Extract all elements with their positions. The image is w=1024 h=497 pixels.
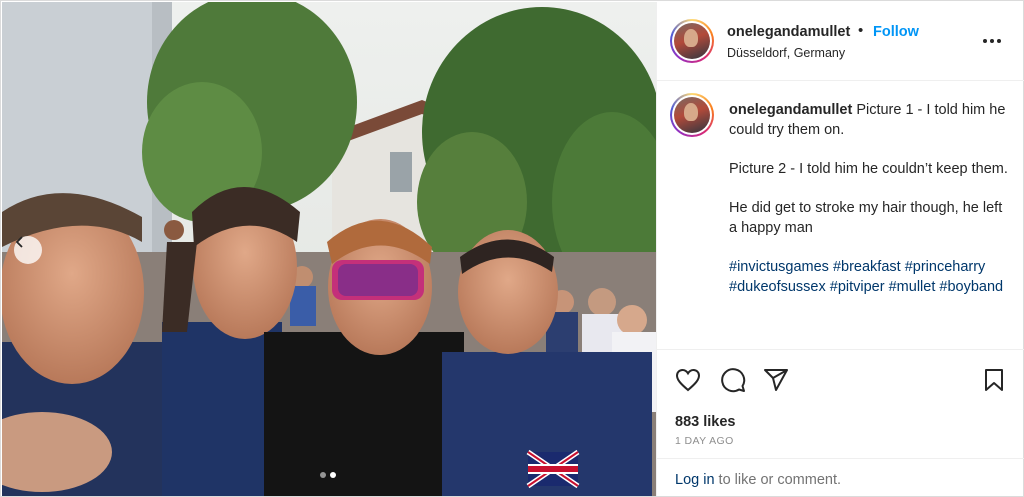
carousel-dot-active bbox=[330, 472, 336, 478]
hashtag-link[interactable]: #breakfast bbox=[833, 259, 901, 275]
follow-button[interactable]: Follow bbox=[873, 24, 919, 40]
more-options-icon[interactable] bbox=[980, 31, 1004, 51]
share-icon bbox=[764, 369, 788, 391]
instagram-post: onelegandamullet • Follow Düsseldorf, Ge… bbox=[0, 0, 1024, 497]
post-photo[interactable] bbox=[2, 2, 656, 496]
avatar-image bbox=[674, 23, 710, 59]
share-button[interactable] bbox=[762, 366, 790, 394]
action-bar bbox=[657, 362, 1024, 398]
hashtag-link[interactable]: #pitviper bbox=[830, 279, 885, 295]
hashtag-link[interactable]: #invictusgames bbox=[729, 259, 829, 275]
carousel-indicator bbox=[320, 472, 336, 478]
post-side-panel: onelegandamullet • Follow Düsseldorf, Ge… bbox=[656, 2, 1024, 496]
comment-icon bbox=[721, 368, 746, 393]
avatar-image bbox=[674, 97, 710, 133]
caption-username[interactable]: onelegandamullet bbox=[729, 102, 852, 118]
caption-section: onelegandamullet Picture 1 - I told him … bbox=[657, 82, 1024, 350]
like-button[interactable] bbox=[674, 366, 702, 394]
login-link[interactable]: Log in bbox=[675, 472, 715, 488]
avatar[interactable] bbox=[670, 19, 714, 63]
caption-avatar[interactable] bbox=[670, 93, 714, 137]
comment-button[interactable] bbox=[719, 366, 747, 394]
save-button[interactable] bbox=[980, 366, 1008, 394]
caption-line: Picture 2 - I told him he couldn’t keep … bbox=[729, 161, 1008, 177]
hashtag-link[interactable]: #dukeofsussex bbox=[729, 279, 826, 295]
username-link[interactable]: onelegandamullet bbox=[727, 24, 850, 40]
hashtag-link[interactable]: #princeharry bbox=[905, 259, 986, 275]
hashtag-link[interactable]: #boyband bbox=[939, 279, 1003, 295]
group-photo-image bbox=[2, 2, 656, 496]
caption-text: onelegandamullet Picture 1 - I told him … bbox=[729, 100, 1009, 316]
carousel-dot bbox=[320, 472, 326, 478]
hashtag-link[interactable]: #mullet bbox=[889, 279, 936, 295]
likes-count[interactable]: 883 likes bbox=[675, 414, 735, 430]
post-header: onelegandamullet • Follow Düsseldorf, Ge… bbox=[657, 2, 1024, 81]
post-timestamp[interactable]: 1 DAY AGO bbox=[675, 435, 734, 447]
bookmark-icon bbox=[985, 369, 1003, 391]
login-prompt: Log in to like or comment. bbox=[657, 458, 1024, 496]
login-prompt-text: to like or comment. bbox=[714, 472, 842, 488]
caption-line: He did get to stroke my hair though, he … bbox=[729, 200, 1003, 236]
heart-icon bbox=[675, 368, 701, 392]
separator-dot: • bbox=[858, 22, 864, 39]
hashtags: #invictusgames #breakfast #princeharry #… bbox=[729, 257, 1009, 297]
chevron-left-icon bbox=[15, 236, 23, 248]
previous-photo-button[interactable] bbox=[14, 236, 42, 264]
location-link[interactable]: Düsseldorf, Germany bbox=[727, 46, 845, 60]
